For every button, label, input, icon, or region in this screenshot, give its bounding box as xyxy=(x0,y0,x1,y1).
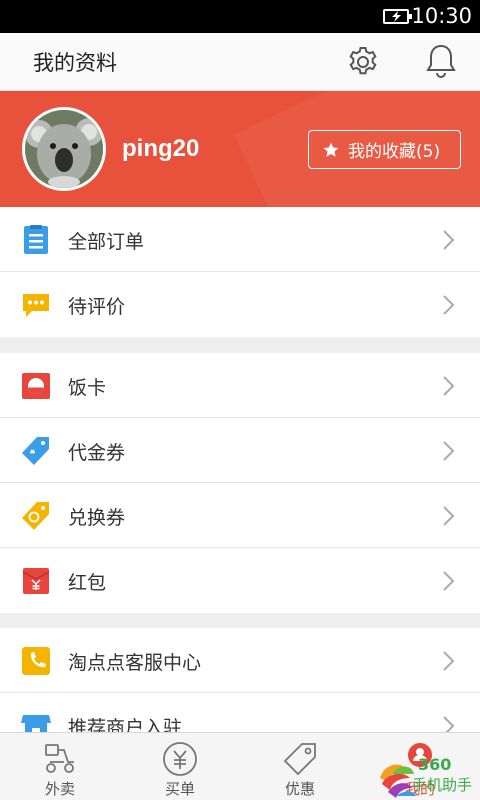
document-list-icon xyxy=(24,225,48,254)
list-item-all-orders[interactable]: 全部订单 xyxy=(0,207,480,272)
chevron-right-icon xyxy=(443,230,455,250)
exchange-coupon-icon xyxy=(22,502,49,530)
scooter-icon xyxy=(45,744,74,773)
list-item-label: 待评价 xyxy=(68,296,126,318)
phone-icon xyxy=(22,647,50,675)
list-item-meal-card[interactable]: 饭卡 xyxy=(0,353,480,418)
tab-label: 优惠 xyxy=(284,780,315,798)
chevron-right-icon xyxy=(443,506,455,526)
list-item-label: 全部订单 xyxy=(68,231,145,253)
page-title: 我的资料 xyxy=(33,51,117,75)
chevron-right-icon xyxy=(443,376,455,396)
list-item-label: 红包 xyxy=(68,572,107,594)
yuan-coin-icon xyxy=(163,742,197,776)
list-item-red-envelope[interactable]: 红包 xyxy=(0,548,480,613)
svg-text:手机助手: 手机助手 xyxy=(412,776,472,794)
price-tag-icon xyxy=(283,743,316,776)
watermark-logo: 360 手机助手 xyxy=(378,748,480,800)
red-envelope-icon xyxy=(22,568,50,594)
list-item-voucher[interactable]: 代金券 xyxy=(0,418,480,483)
tab-pay[interactable]: 买单 xyxy=(120,733,240,800)
svg-text:360: 360 xyxy=(418,755,451,774)
meal-card-icon xyxy=(22,373,50,399)
chevron-right-icon xyxy=(443,441,455,461)
list-item-label: 饭卡 xyxy=(68,377,107,399)
username: ping20 xyxy=(122,135,200,162)
tab-label: 买单 xyxy=(164,780,195,798)
tab-deals[interactable]: 优惠 xyxy=(240,733,360,800)
list-item-exchange-coupon[interactable]: 兑换券 xyxy=(0,483,480,548)
coupons-section: 饭卡 代金券 兑换券 红包 xyxy=(0,353,480,613)
profile-banner: ping20 我的收藏(5) xyxy=(0,91,480,207)
tab-label: 外卖 xyxy=(44,780,75,798)
list-item-pending-review[interactable]: 待评价 xyxy=(0,272,480,337)
status-bar: 10:30 xyxy=(0,0,480,33)
chevron-right-icon xyxy=(443,651,455,671)
gear-icon[interactable] xyxy=(346,45,380,79)
chevron-right-icon xyxy=(443,295,455,315)
bell-icon[interactable] xyxy=(424,43,458,79)
list-item-label: 代金券 xyxy=(68,442,126,464)
favorites-label: 我的收藏(5) xyxy=(348,142,441,162)
app-bar: 我的资料 xyxy=(0,33,480,91)
avatar[interactable] xyxy=(22,107,106,191)
list-item-label: 淘点点客服中心 xyxy=(68,652,202,674)
list-item-label: 兑换券 xyxy=(68,507,126,529)
tab-takeout[interactable]: 外卖 xyxy=(0,733,120,800)
orders-section: 全部订单 待评价 xyxy=(0,207,480,337)
voucher-tag-icon xyxy=(22,437,49,465)
battery-charging-icon xyxy=(383,9,412,24)
koala-avatar xyxy=(25,110,103,188)
chevron-right-icon xyxy=(443,571,455,591)
star-icon xyxy=(323,142,339,157)
clock: 10:30 xyxy=(411,4,472,28)
list-item-customer-service[interactable]: 淘点点客服中心 xyxy=(0,628,480,693)
favorites-button[interactable]: 我的收藏(5) xyxy=(308,130,461,169)
chat-bubble-icon xyxy=(23,294,49,317)
